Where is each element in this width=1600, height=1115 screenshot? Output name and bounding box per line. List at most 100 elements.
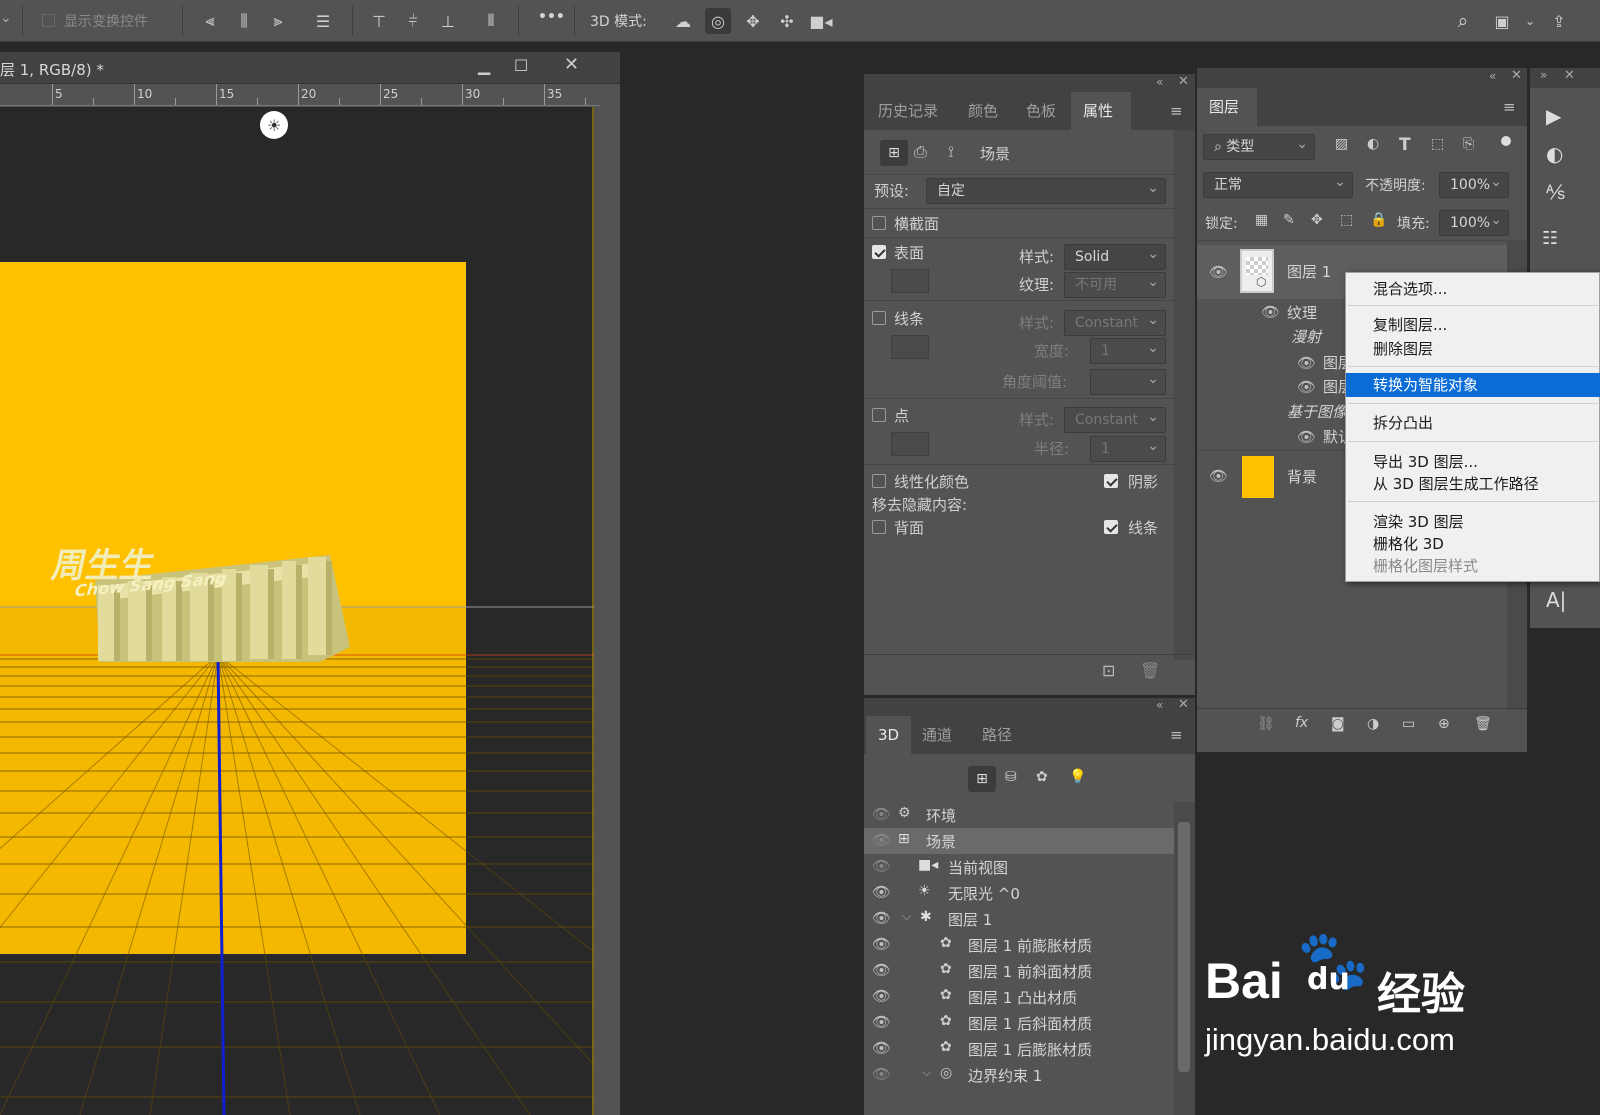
lock-all-icon[interactable]: 🔒 [1370,212,1387,228]
menu-item-split-extrusion[interactable]: 拆分凸出 [1346,411,1600,435]
opacity-field[interactable]: 100% [1439,170,1509,198]
minimize-button[interactable]: ▁ [478,56,490,75]
visibility-eye-icon[interactable]: 👁 [872,831,891,849]
align-left-icon[interactable]: ⫷ [197,8,223,34]
panel-menu-icon[interactable]: ≡ [1170,102,1183,120]
character-icon[interactable]: A| [1546,588,1566,612]
zoom-3d-camera-icon[interactable]: ■◂ [808,8,834,34]
shadow-checkbox[interactable] [1104,474,1118,488]
tab-color[interactable]: 颜色 [956,92,1010,130]
tool-preset-dropdown[interactable]: ⌄ [0,10,12,26]
menu-item-work-path-from-3d[interactable]: 从 3D 图层生成工作路径 [1346,472,1600,496]
surface-color-swatch[interactable] [891,269,929,293]
list-item[interactable]: 👁 ⌵ ✱ 图层 1 [864,906,1174,932]
tab-channels[interactable]: 通道 [910,716,964,754]
panel-menu-icon[interactable]: ≡ [1503,98,1516,116]
visibility-eye-icon[interactable]: 👁 [872,805,891,823]
pan-3d-icon[interactable]: ✥ [740,8,766,34]
filter-smart-object-icon[interactable]: ⎘ [1463,136,1474,152]
linearize-colors-checkbox[interactable] [872,474,886,488]
lines-checkbox[interactable] [872,311,886,325]
visibility-eye-icon[interactable]: 👁 [872,909,891,927]
visibility-eye-icon[interactable]: 👁 [872,857,891,875]
points-checkbox[interactable] [872,408,886,422]
more-options-button[interactable]: ••• [538,9,565,25]
list-item[interactable]: 👁 ■◂ 当前视图 [864,854,1174,880]
list-item[interactable]: 👁 ⌵ ◎ 边界约束 1 [864,1062,1174,1088]
visibility-eye-icon[interactable]: 👁 [872,1013,891,1031]
hidden-lines-checkbox[interactable] [1104,520,1118,534]
align-right-icon[interactable]: ⫸ [265,8,291,34]
add-mask-icon[interactable]: ◙ [1331,716,1345,732]
list-item[interactable]: 👁 ☀ 无限光 ^0 [864,880,1174,906]
list-item[interactable]: 👁 ✿ 图层 1 后膨胀材质 [864,1036,1174,1062]
layer-filter-dropdown[interactable]: ⌕ 类型 [1203,132,1315,160]
maximize-button[interactable]: ☐ [514,56,528,75]
lines-color-swatch[interactable] [891,335,929,359]
preset-dropdown[interactable]: 自定 [926,176,1166,204]
distribute-icon[interactable]: ☰ [310,8,336,34]
filter-shape-icon[interactable]: ⬚ [1431,136,1444,152]
styles-icon[interactable]: ⅍ [1546,180,1565,205]
orbit-3d-icon[interactable]: ☁ [670,8,696,34]
workspace-dropdown-icon[interactable]: ⌄ [1517,8,1543,34]
lock-position-icon[interactable]: ✥ [1311,212,1323,228]
cross-section-checkbox[interactable] [872,216,886,230]
menu-item-rasterize-3d[interactable]: 栅格化 3D [1346,532,1600,556]
visibility-eye-icon[interactable]: 👁 [872,987,891,1005]
expand-icon[interactable]: » [1540,68,1547,82]
align-hcenter-icon[interactable]: ⫼ [231,8,257,34]
lines-style-dropdown[interactable]: Constant [1064,308,1166,336]
list-item[interactable]: 👁 ✿ 图层 1 前斜面材质 [864,958,1174,984]
list-item[interactable]: 👁 ⚙ 环境 [864,802,1174,828]
menu-item-duplicate-layer[interactable]: 复制图层... [1346,313,1600,337]
collapse-icon[interactable]: « [1156,698,1163,712]
render-settings-icon[interactable]: ⎙ [914,142,927,162]
close-panel-icon[interactable]: ✕ [1178,697,1189,712]
close-panel-icon[interactable]: ✕ [1511,68,1522,83]
align-vcenter-icon[interactable]: ⫩ [400,8,426,34]
surface-style-dropdown[interactable]: Solid [1064,242,1166,270]
filter-adjustment-icon[interactable]: ◐ [1367,136,1379,152]
menu-item-render-3d-layer[interactable]: 渲染 3D 图层 [1346,510,1600,534]
fx-icon[interactable]: fx [1295,715,1308,731]
surface-checkbox[interactable] [872,245,886,259]
link-layers-icon[interactable]: ⛓ [1257,716,1275,732]
scene-tree-icon[interactable]: ⊞ [880,140,908,166]
new-layer-icon[interactable]: ⊕ [1438,716,1450,732]
visibility-eye-icon[interactable]: 👁 [872,1065,891,1083]
lock-image-icon[interactable]: ✎ [1283,212,1295,228]
workspace-icon[interactable]: ▣ [1489,8,1515,34]
tab-history[interactable]: 历史记录 [866,92,950,130]
slide-3d-icon[interactable]: ✣ [774,8,800,34]
list-item[interactable]: 👁 ⊞ 场景 [864,828,1174,854]
chevron-down-icon[interactable]: ⌵ [902,909,911,924]
lights-filter-icon[interactable]: 💡 [1069,769,1086,785]
visibility-eye-icon[interactable]: 👁 [872,935,891,953]
chevron-down-icon[interactable]: ⌵ [922,1065,931,1080]
canvas-viewport[interactable]: 周生生 Chow Sang Sang ☀ [0,107,594,1115]
whole-scene-filter-icon[interactable]: ⊞ [968,766,996,792]
menu-item-delete-layer[interactable]: 删除图层 [1346,337,1600,361]
align-top-icon[interactable]: ⊤ [366,8,392,34]
materials-filter-icon[interactable]: ✿ [1036,769,1048,785]
filter-type-icon[interactable]: T [1399,135,1411,155]
lock-artboard-icon[interactable]: ⬚ [1340,212,1353,228]
new-group-icon[interactable]: ▭ [1402,716,1415,732]
visibility-eye-icon[interactable]: 👁 [1297,428,1316,446]
visibility-eye-icon[interactable]: 👁 [872,961,891,979]
delete-layer-icon[interactable]: 🗑 [1474,716,1492,732]
brush-settings-icon[interactable]: ☷ [1542,228,1558,249]
tab-layers[interactable]: 图层 [1197,88,1257,126]
visibility-eye-icon[interactable]: 👁 [872,1039,891,1057]
angle-threshold-field[interactable] [1090,367,1166,395]
points-style-dropdown[interactable]: Constant [1064,405,1166,433]
align-bottom-icon[interactable]: ⊥ [435,8,461,34]
close-document-button[interactable]: ✕ [564,54,579,75]
list-item[interactable]: 👁 ✿ 图层 1 凸出材质 [864,984,1174,1010]
visibility-eye-icon[interactable]: 👁 [1261,303,1280,321]
render-icon[interactable]: ⊡ [1102,661,1115,680]
document-vertical-scrollbar[interactable] [596,107,620,1115]
adjustment-layer-icon[interactable]: ◑ [1367,716,1379,732]
points-color-swatch[interactable] [891,432,929,456]
